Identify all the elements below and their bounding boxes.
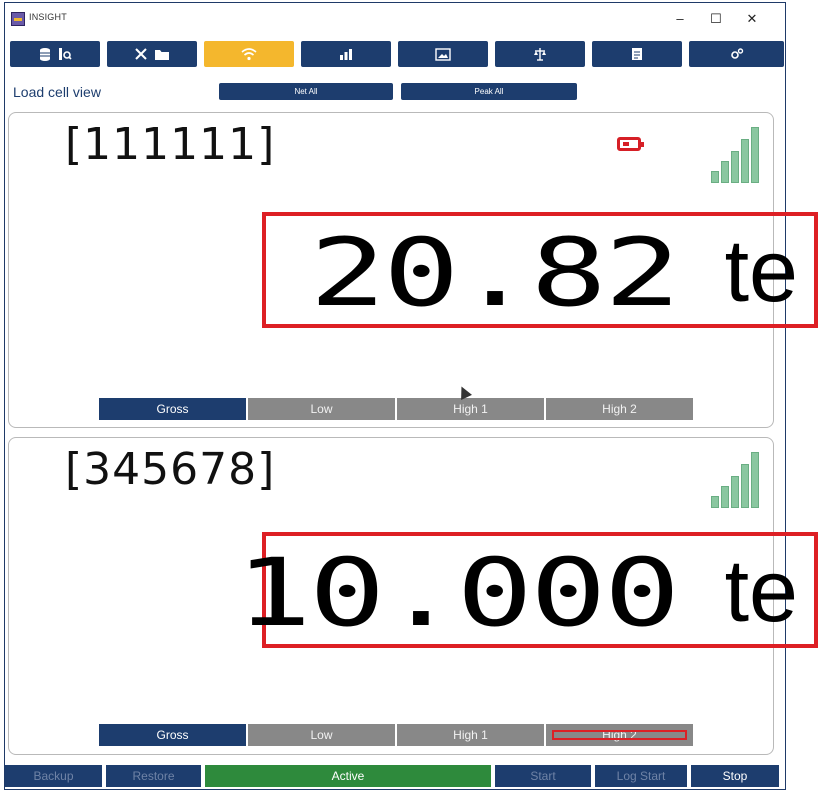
weight-unit: te [724, 221, 798, 320]
mode-selector: Gross Low High 1 High 2 [93, 724, 693, 746]
signal-strength-icon [711, 452, 767, 508]
backup-button[interactable]: Backup [5, 765, 102, 787]
action-bar: Backup Restore Active Start Log Start St… [5, 765, 779, 787]
restore-button[interactable]: Restore [106, 765, 201, 787]
mode-high1-button[interactable]: High 1 [397, 724, 544, 746]
stop-button[interactable]: Stop [691, 765, 779, 787]
gears-icon [730, 48, 743, 59]
load-cell-id: [111111] [65, 119, 276, 170]
mode-selector: Gross Low High 1 High 2 [93, 398, 693, 420]
mode-low-button[interactable]: Low [248, 398, 395, 420]
battery-low-icon [617, 137, 644, 151]
minimize-button[interactable]: – [665, 9, 695, 29]
close-button[interactable]: ✕ [737, 9, 767, 29]
app-title: INSIGHT [29, 12, 67, 22]
bar-chart-icon [340, 49, 352, 60]
app-logo-icon [11, 12, 25, 26]
folder-icon [155, 49, 169, 60]
mode-low-button[interactable]: Low [248, 724, 395, 746]
signal-strength-icon [711, 127, 767, 183]
nav-wireless-button[interactable] [204, 41, 294, 67]
database-icon [40, 48, 50, 61]
weight-value: 10.000 [235, 539, 681, 648]
peak-all-button[interactable]: Peak All [401, 83, 577, 100]
nav-document-button[interactable] [592, 41, 682, 67]
start-button[interactable]: Start [495, 765, 591, 787]
mode-gross-button[interactable]: Gross [99, 724, 246, 746]
mode-high1-button[interactable]: High 1 [397, 398, 544, 420]
weight-value: 20.82 [309, 219, 680, 328]
nav-database-search-button[interactable] [10, 41, 100, 67]
maximize-button[interactable]: ☐ [701, 9, 731, 29]
weight-unit: te [724, 541, 798, 640]
mode-high2-button[interactable]: High 2 [546, 398, 693, 420]
search-document-icon [59, 48, 72, 60]
log-start-button[interactable]: Log Start [595, 765, 687, 787]
document-icon [632, 48, 642, 60]
view-title: Load cell view [13, 84, 101, 100]
tools-icon [135, 48, 147, 60]
weight-reading-highlight: 20.82 te [262, 212, 818, 328]
balance-scale-icon [534, 48, 546, 61]
image-icon [435, 47, 451, 61]
main-toolbar [10, 41, 784, 67]
net-all-button[interactable]: Net All [219, 83, 393, 100]
status-indicator: Active [205, 765, 491, 787]
weight-reading-highlight: 10.000 te [236, 532, 818, 648]
nav-image-button[interactable] [398, 41, 488, 67]
title-bar: INSIGHT – ☐ ✕ [5, 3, 785, 37]
mode-high2-button[interactable]: High 2 [546, 724, 693, 746]
nav-chart-button[interactable] [301, 41, 391, 67]
nav-tools-folder-button[interactable] [107, 41, 197, 67]
wifi-icon [241, 48, 257, 61]
nav-scale-button[interactable] [495, 41, 585, 67]
mode-gross-button[interactable]: Gross [99, 398, 246, 420]
view-subbar: Load cell view Net All Peak All [5, 81, 785, 101]
load-cell-id: [345678] [65, 444, 276, 495]
nav-settings-button[interactable] [689, 41, 784, 67]
